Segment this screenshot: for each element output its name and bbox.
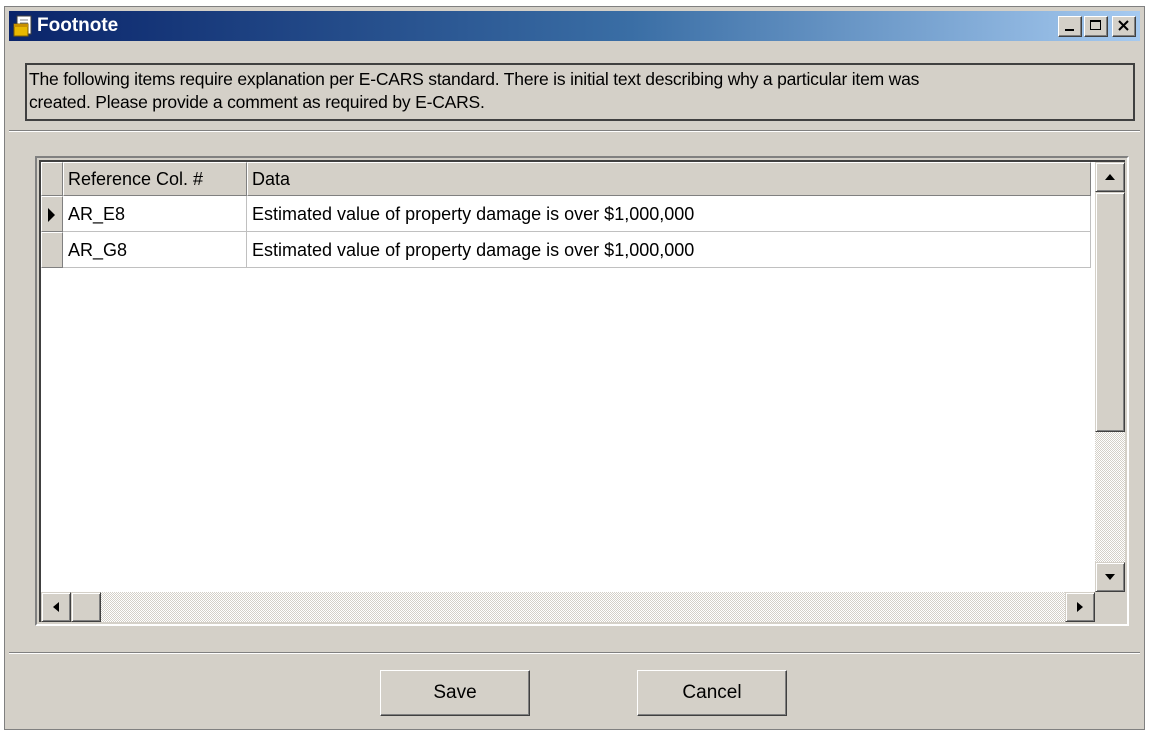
cell-data[interactable]: Estimated value of property damage is ov… [247,232,1091,268]
arrow-down-icon [1105,574,1115,580]
footnote-grid-frame: Reference Col. # Data AR_E8 Estimated va… [35,156,1129,626]
close-button[interactable] [1112,16,1136,37]
current-row-arrow-icon [48,208,55,222]
grid-header: Reference Col. # Data [41,162,1091,196]
cell-reference[interactable]: AR_E8 [63,196,247,232]
cell-data[interactable]: Estimated value of property damage is ov… [247,196,1091,232]
vertical-scrollbar[interactable] [1095,162,1125,592]
save-button[interactable]: Save [380,670,530,716]
scroll-left-button[interactable] [41,592,71,622]
table-row[interactable]: AR_G8 Estimated value of property damage… [41,232,1091,268]
instructions-line-1: The following items require explanation … [29,69,920,89]
scroll-right-button[interactable] [1065,592,1095,622]
window-title: Footnote [37,15,119,36]
title-bar[interactable]: Footnote [9,11,1140,41]
column-header-data[interactable]: Data [247,162,1091,196]
scroll-up-button[interactable] [1095,162,1125,192]
minimize-icon [1065,29,1074,31]
instructions-box: The following items require explanation … [25,63,1135,121]
arrow-up-icon [1105,174,1115,180]
row-selector[interactable] [41,232,63,268]
notebook-icon [13,15,33,37]
table-row[interactable]: AR_E8 Estimated value of property damage… [41,196,1091,232]
minimize-button[interactable] [1058,16,1082,37]
footnote-window: Footnote The following items require exp… [4,6,1145,730]
divider [9,130,1140,132]
scrollbar-corner [1095,592,1125,622]
scroll-down-button[interactable] [1095,562,1125,592]
maximize-button[interactable] [1084,16,1108,37]
divider [9,652,1140,654]
horizontal-scrollbar[interactable] [41,592,1095,622]
arrow-right-icon [1077,602,1083,612]
cancel-button[interactable]: Cancel [637,670,787,716]
arrow-left-icon [53,602,59,612]
row-selector[interactable] [41,196,63,232]
maximize-icon [1090,20,1101,30]
close-icon [1118,20,1129,31]
cell-reference[interactable]: AR_G8 [63,232,247,268]
horizontal-scroll-thumb[interactable] [71,592,101,622]
column-header-reference[interactable]: Reference Col. # [63,162,247,196]
vertical-scroll-thumb[interactable] [1095,192,1125,432]
footnote-grid[interactable]: Reference Col. # Data AR_E8 Estimated va… [39,160,1125,622]
instructions-line-2: created. Please provide a comment as req… [29,92,485,112]
header-corner [41,162,63,196]
